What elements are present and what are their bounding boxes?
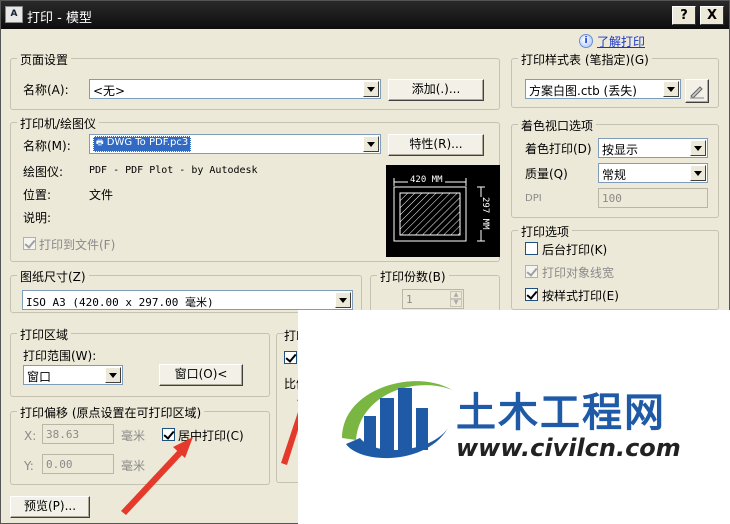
arrow-to-center-plot <box>121 449 183 515</box>
watermark-title: 土木工程网 <box>456 390 666 436</box>
watermark-overlay: 土木工程网 www.civilcn.com <box>298 310 730 524</box>
civilcn-logo-icon <box>342 381 452 459</box>
watermark-url: www.civilcn.com <box>456 434 681 462</box>
